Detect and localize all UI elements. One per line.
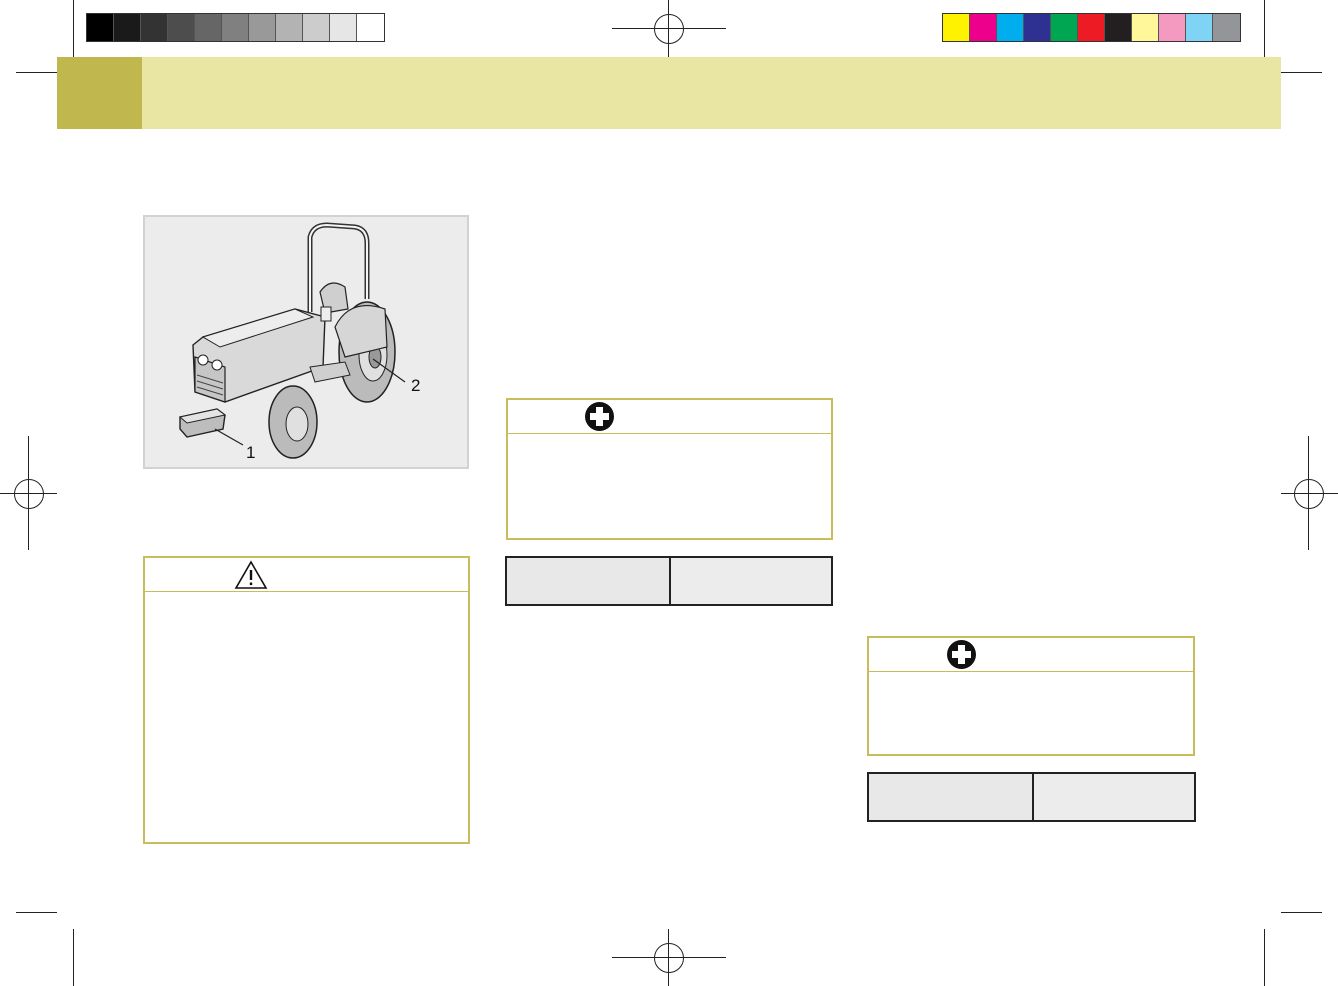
color-swatch bbox=[276, 14, 303, 41]
color-swatch bbox=[357, 14, 384, 41]
plus-circle-icon bbox=[947, 640, 976, 669]
warning-box bbox=[143, 556, 470, 844]
warning-box-header bbox=[145, 558, 468, 592]
color-swatch bbox=[1078, 14, 1105, 41]
notice-box-header bbox=[869, 638, 1193, 672]
color-swatch bbox=[970, 14, 997, 41]
color-swatch bbox=[1132, 14, 1159, 41]
crop-mark bbox=[1281, 72, 1322, 73]
color-swatch bbox=[195, 14, 222, 41]
callout-number: 1 bbox=[246, 443, 256, 462]
tractor-figure: 1 2 bbox=[143, 215, 469, 469]
grayscale-color-bar bbox=[86, 13, 385, 42]
crop-mark bbox=[73, 0, 74, 57]
spec-table bbox=[867, 772, 1196, 822]
spec-table bbox=[505, 556, 833, 606]
notice-box bbox=[867, 636, 1195, 756]
callout-number: 2 bbox=[411, 376, 421, 395]
color-swatch bbox=[168, 14, 195, 41]
color-swatch bbox=[249, 14, 276, 41]
color-swatch bbox=[114, 14, 141, 41]
spec-table-value-cell bbox=[671, 558, 831, 604]
crop-mark bbox=[1281, 912, 1322, 913]
spec-table-label-cell bbox=[869, 774, 1034, 820]
spec-table-label-cell bbox=[507, 558, 671, 604]
notice-box bbox=[506, 398, 833, 540]
crop-mark bbox=[1264, 929, 1265, 986]
page-header-tab bbox=[57, 57, 142, 129]
crop-mark bbox=[1264, 0, 1265, 57]
color-swatch bbox=[1213, 14, 1240, 41]
crop-mark bbox=[16, 912, 57, 913]
color-swatch bbox=[222, 14, 249, 41]
page-header-band bbox=[57, 57, 1281, 129]
color-swatch bbox=[141, 14, 168, 41]
color-swatch bbox=[330, 14, 357, 41]
notice-box-header bbox=[508, 400, 831, 434]
color-swatch bbox=[303, 14, 330, 41]
crop-mark bbox=[73, 929, 74, 986]
process-color-bar bbox=[942, 13, 1241, 42]
crop-mark bbox=[16, 72, 57, 73]
color-swatch bbox=[1105, 14, 1132, 41]
spec-table-value-cell bbox=[1034, 774, 1194, 820]
color-swatch bbox=[87, 14, 114, 41]
color-swatch bbox=[1186, 14, 1213, 41]
color-swatch bbox=[997, 14, 1024, 41]
color-swatch bbox=[1159, 14, 1186, 41]
color-swatch bbox=[943, 14, 970, 41]
warning-triangle-icon bbox=[234, 560, 268, 589]
plus-circle-icon bbox=[585, 402, 614, 431]
color-swatch bbox=[1051, 14, 1078, 41]
color-swatch bbox=[1024, 14, 1051, 41]
tractor-illustration bbox=[178, 222, 406, 459]
